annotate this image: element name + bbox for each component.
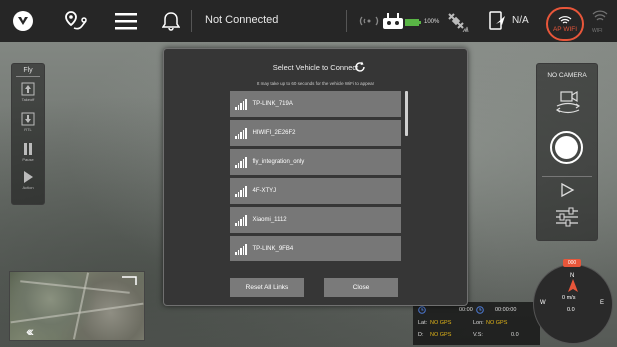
compass-w: W <box>540 300 546 306</box>
wifi-network-name: 4F-XTYJ <box>252 188 277 194</box>
wifi-signal-icon <box>235 243 247 255</box>
wifi-network-item[interactable]: fly_integration_only <box>230 149 401 175</box>
wifi-signal-icon <box>235 127 247 139</box>
pause-label: Pause <box>22 157 34 162</box>
app-logo-icon[interactable] <box>10 8 36 34</box>
takeoff-icon <box>21 82 35 96</box>
ap-wifi-button[interactable]: AP WIFI <box>546 7 584 41</box>
takeoff-button[interactable]: Takeoff <box>18 82 38 104</box>
flight-time-text: 00:00 <box>459 307 473 313</box>
fly-panel-title: Fly <box>16 67 40 77</box>
toolbar-divider <box>346 10 347 32</box>
battery-percent-text: 100% <box>424 19 440 25</box>
notification-bell-icon[interactable] <box>158 8 184 34</box>
camera-settings-sliders-icon[interactable] <box>555 206 579 233</box>
compass-e: E <box>600 300 605 306</box>
satellite-icon <box>444 8 470 34</box>
compass-widget: 000 N W E 0 m/s 0.0 <box>533 259 613 344</box>
fly-control-panel: Fly Takeoff RTL Pause Action <box>11 63 45 205</box>
camera-control-panel: NO CAMERA <box>536 63 598 241</box>
wifi-network-item[interactable]: HIWIFI_2E26F2 <box>230 120 401 146</box>
switch-camera-icon[interactable] <box>555 88 581 123</box>
wifi-network-item[interactable]: TP-LINK_719A <box>230 91 401 117</box>
action-label: Action <box>22 185 34 190</box>
wifi-signal-icon <box>235 156 247 168</box>
lat-value: NO GPS <box>430 320 452 326</box>
menu-icon[interactable] <box>113 8 139 34</box>
panel-divider <box>542 176 592 177</box>
distance-value: NO GPS <box>430 332 452 338</box>
heading-arrow-icon <box>568 279 578 292</box>
wifi-network-item[interactable]: TP-LINK_9FB4 <box>230 236 401 261</box>
takeoff-label: Takeoff <box>21 97 35 102</box>
vertical-speed-label: V.S: <box>473 332 483 338</box>
play-icon <box>24 171 33 183</box>
ground-speed-text: 0 m/s <box>562 295 576 301</box>
dialog-title: Select Vehicle to Connect <box>272 63 359 72</box>
wifi-signal-icon <box>235 214 247 226</box>
rc-signal-icon <box>356 8 382 34</box>
dialog-subtitle: It may take up to 60 seconds for the veh… <box>256 81 375 86</box>
pause-icon <box>24 143 32 155</box>
wifi-network-name: HIWIFI_2E26F2 <box>252 130 296 136</box>
action-button[interactable]: Action <box>18 170 38 192</box>
heading-indicator: 000 <box>563 259 581 267</box>
map-expand-icon[interactable] <box>118 274 140 286</box>
gps-status-text: N/A <box>512 15 529 26</box>
telemetry-panel: 00:00 00:00:00 Lat: NO GPS Lon: NO GPS D… <box>413 302 540 345</box>
wifi-signal-icon <box>235 98 247 110</box>
plan-route-icon[interactable] <box>63 8 89 34</box>
vertical-speed-value: 0.0 <box>511 332 519 338</box>
toolbar-divider <box>191 10 192 32</box>
clock-text: 00:00:00 <box>495 307 517 313</box>
altitude-text: 0.0 <box>567 307 575 313</box>
play-media-icon[interactable] <box>559 182 575 203</box>
ap-wifi-label: AP WIFI <box>552 25 578 33</box>
flight-time-icon <box>418 306 426 314</box>
wifi-network-item[interactable]: 4F-XTYJ <box>230 178 401 204</box>
camera-status-text: NO CAMERA <box>547 72 587 79</box>
wifi-network-name: TP-LINK_9FB4 <box>252 246 294 252</box>
wifi-network-name: TP-LINK_719A <box>252 101 293 107</box>
tablet-gps-icon <box>484 8 510 34</box>
collapse-map-icon[interactable]: ‹‹‹ <box>26 323 34 339</box>
ap-wifi-icon <box>558 15 572 24</box>
rtl-label: RTL <box>24 127 32 132</box>
wifi-network-list[interactable]: TP-LINK_719A HIWIFI_2E26F2 fly_integration… <box>230 91 405 261</box>
reset-all-links-button[interactable]: Reset All Links <box>230 278 304 297</box>
close-button[interactable]: Close <box>324 278 398 297</box>
connection-status-text: Not Connected <box>205 14 279 26</box>
rtl-button[interactable]: RTL <box>18 112 38 134</box>
distance-label: D: <box>418 332 424 338</box>
map-road <box>72 272 90 340</box>
wifi-network-item[interactable]: Xiaomi_1112 <box>230 207 401 233</box>
list-scrollbar[interactable] <box>405 91 408 136</box>
lon-value: NO GPS <box>486 320 508 326</box>
wifi-signal-icon <box>235 185 247 197</box>
pause-button[interactable]: Pause <box>18 142 38 164</box>
refresh-icon[interactable] <box>354 60 366 78</box>
top-toolbar: Not Connected 100% N/A AP WIFI WIFI <box>0 0 617 42</box>
shutter-inner <box>555 136 578 159</box>
wifi-network-name: fly_integration_only <box>252 159 305 165</box>
select-vehicle-dialog: Select Vehicle to Connect It may take up… <box>163 48 468 306</box>
shutter-button[interactable] <box>550 131 583 164</box>
wifi-network-name: Xiaomi_1112 <box>252 217 287 223</box>
clock-icon <box>476 306 484 314</box>
wifi-label: WIFI <box>592 28 603 34</box>
lat-label: Lat: <box>418 320 428 326</box>
rtl-icon <box>21 112 35 126</box>
wifi-icon[interactable] <box>592 10 608 29</box>
lon-label: Lon: <box>473 320 484 326</box>
map-road <box>20 280 130 294</box>
